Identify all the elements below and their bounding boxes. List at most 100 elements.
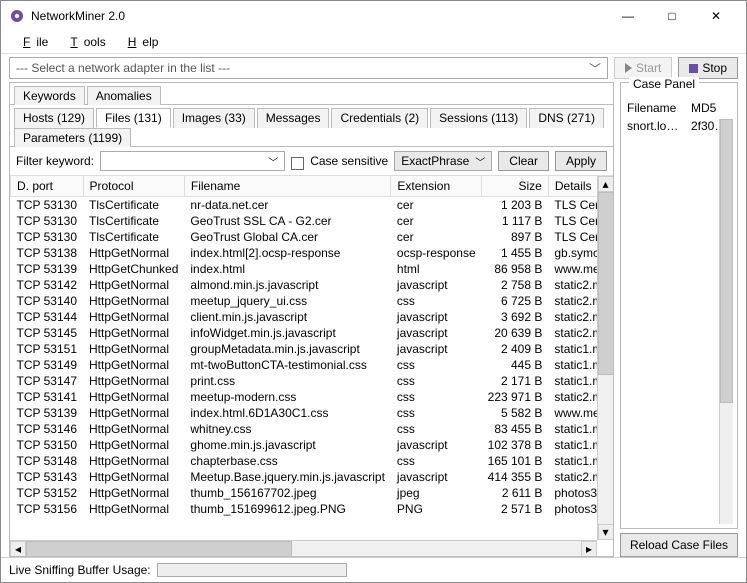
scroll-thumb[interactable] <box>26 541 292 557</box>
buffer-usage-progress <box>157 563 347 577</box>
table-row[interactable]: TCP 53152HttpGetNormalthumb_156167702.jp… <box>11 485 614 501</box>
cell-filename: index.html.6D1A30C1.css <box>184 405 391 421</box>
reload-case-files-button[interactable]: Reload Case Files <box>620 533 738 557</box>
case-vertical-scrollbar[interactable] <box>719 119 733 524</box>
col-size[interactable]: Size <box>482 176 549 197</box>
scroll-right-icon[interactable]: ▸ <box>581 541 597 557</box>
scroll-up-icon[interactable]: ▴ <box>598 176 614 192</box>
close-button[interactable]: ✕ <box>694 1 738 31</box>
cell-dport: TCP 53139 <box>11 405 84 421</box>
horizontal-scrollbar[interactable]: ◂ ▸ <box>10 540 597 556</box>
table-row[interactable]: TCP 53149HttpGetNormalmt-twoButtonCTA-te… <box>11 357 614 373</box>
cell-protocol: TlsCertificate <box>83 229 184 245</box>
minimize-button[interactable]: — <box>606 1 650 31</box>
table-row[interactable]: TCP 53143HttpGetNormalMeetup.Base.jquery… <box>11 469 614 485</box>
cell-extension: javascript <box>391 309 482 325</box>
tabs-row-1: Keywords Anomalies <box>10 83 613 105</box>
chevron-down-icon: ﹀ <box>475 154 485 169</box>
cell-protocol: HttpGetNormal <box>83 389 184 405</box>
cell-size: 5 582 B <box>482 405 549 421</box>
start-button[interactable]: Start <box>614 57 672 79</box>
cell-size: 86 958 B <box>482 261 549 277</box>
table-row[interactable]: TCP 53147HttpGetNormalprint.csscss2 171 … <box>11 373 614 389</box>
tab-hosts[interactable]: Hosts (129) <box>14 108 94 128</box>
cell-extension: javascript <box>391 469 482 485</box>
col-extension[interactable]: Extension <box>391 176 482 197</box>
table-row[interactable]: TCP 53141HttpGetNormalmeetup-modern.cssc… <box>11 389 614 405</box>
clear-button[interactable]: Clear <box>498 151 549 171</box>
tab-credentials[interactable]: Credentials (2) <box>331 108 428 128</box>
tab-keywords[interactable]: Keywords <box>14 86 85 105</box>
cell-filename: GeoTrust SSL CA - G2.cer <box>184 213 391 229</box>
cell-dport: TCP 53144 <box>11 309 84 325</box>
vertical-scrollbar[interactable]: ▴ ▾ <box>597 176 613 540</box>
cell-filename: thumb_151699612.jpeg.PNG <box>184 501 391 517</box>
table-row[interactable]: TCP 53150HttpGetNormalghome.min.js.javas… <box>11 437 614 453</box>
cell-size: 414 355 B <box>482 469 549 485</box>
titlebar: NetworkMiner 2.0 — □ ✕ <box>1 1 746 31</box>
tab-anomalies[interactable]: Anomalies <box>87 86 161 105</box>
cell-protocol: HttpGetNormal <box>83 341 184 357</box>
scroll-down-icon[interactable]: ▾ <box>598 524 614 540</box>
cell-size: 3 692 B <box>482 309 549 325</box>
table-row[interactable]: TCP 53142HttpGetNormalalmond.min.js.java… <box>11 277 614 293</box>
tab-files[interactable]: Files (131) <box>96 108 171 128</box>
table-row[interactable]: TCP 53148HttpGetNormalchapterbase.csscss… <box>11 453 614 469</box>
table-row[interactable]: TCP 53151HttpGetNormalgroupMetadata.min.… <box>11 341 614 357</box>
tab-parameters[interactable]: Parameters (1199) <box>14 128 131 147</box>
cell-protocol: HttpGetNormal <box>83 357 184 373</box>
table-row[interactable]: TCP 53144HttpGetNormalclient.min.js.java… <box>11 309 614 325</box>
stop-button[interactable]: Stop <box>678 57 738 79</box>
cell-filename: groupMetadata.min.js.javascript <box>184 341 391 357</box>
table-row[interactable]: TCP 53138HttpGetNormalindex.html[2].ocsp… <box>11 245 614 261</box>
case-col-filename[interactable]: Filename <box>627 101 679 115</box>
cell-dport: TCP 53140 <box>11 293 84 309</box>
scroll-thumb[interactable] <box>720 119 733 403</box>
scroll-left-icon[interactable]: ◂ <box>10 541 26 557</box>
cell-extension: javascript <box>391 341 482 357</box>
filter-mode-value: ExactPhrase <box>401 154 469 168</box>
table-row[interactable]: TCP 53130TlsCertificatenr-data.net.cerce… <box>11 197 614 214</box>
table-row[interactable]: TCP 53140HttpGetNormalmeetup_jquery_ui.c… <box>11 293 614 309</box>
table-row[interactable]: TCP 53145HttpGetNormalinfoWidget.min.js.… <box>11 325 614 341</box>
case-sensitive-checkbox[interactable] <box>291 157 304 170</box>
tab-sessions[interactable]: Sessions (113) <box>430 108 527 128</box>
tab-messages[interactable]: Messages <box>257 108 330 128</box>
cell-extension: javascript <box>391 437 482 453</box>
cell-filename: Meetup.Base.jquery.min.js.javascript <box>184 469 391 485</box>
cell-filename: GeoTrust Global CA.cer <box>184 229 391 245</box>
files-table: D. port Protocol Filename Extension Size… <box>10 176 613 517</box>
col-protocol[interactable]: Protocol <box>83 176 184 197</box>
main-panel: Keywords Anomalies Hosts (129) Files (13… <box>9 82 614 557</box>
cell-dport: TCP 53142 <box>11 277 84 293</box>
case-sensitive-label: Case sensitive <box>310 154 388 168</box>
cell-size: 2 611 B <box>482 485 549 501</box>
cell-extension: javascript <box>391 325 482 341</box>
case-col-md5[interactable]: MD5 <box>691 101 716 115</box>
table-row[interactable]: TCP 53130TlsCertificateGeoTrust SSL CA -… <box>11 213 614 229</box>
menu-file[interactable]: File <box>11 35 54 49</box>
scroll-thumb[interactable] <box>598 192 614 375</box>
tab-dns[interactable]: DNS (271) <box>529 108 604 128</box>
network-adapter-select[interactable]: --- Select a network adapter in the list… <box>9 57 608 79</box>
apply-button[interactable]: Apply <box>555 151 607 171</box>
cell-size: 445 B <box>482 357 549 373</box>
table-row[interactable]: TCP 53146HttpGetNormalwhitney.csscss83 4… <box>11 421 614 437</box>
maximize-button[interactable]: □ <box>650 1 694 31</box>
case-row[interactable]: snort.log.... 2f301c2... <box>627 119 731 133</box>
table-row[interactable]: TCP 53130TlsCertificateGeoTrust Global C… <box>11 229 614 245</box>
adapter-placeholder: --- Select a network adapter in the list… <box>16 61 230 75</box>
menu-help[interactable]: Help <box>116 35 165 49</box>
menu-tools[interactable]: Tools <box>58 35 111 49</box>
tab-images[interactable]: Images (33) <box>173 108 255 128</box>
filter-mode-select[interactable]: ExactPhrase ﹀ <box>394 151 492 171</box>
table-row[interactable]: TCP 53139HttpGetChunkedindex.htmlhtml86 … <box>11 261 614 277</box>
filter-toolbar: Filter keyword: ﹀ Case sensitive ExactPh… <box>10 147 613 175</box>
filter-keyword-input[interactable]: ﹀ <box>100 151 285 171</box>
case-row-filename: snort.log.... <box>627 119 679 133</box>
table-row[interactable]: TCP 53156HttpGetNormalthumb_151699612.jp… <box>11 501 614 517</box>
col-dport[interactable]: D. port <box>11 176 84 197</box>
col-filename[interactable]: Filename <box>184 176 391 197</box>
cell-dport: TCP 53150 <box>11 437 84 453</box>
table-row[interactable]: TCP 53139HttpGetNormalindex.html.6D1A30C… <box>11 405 614 421</box>
